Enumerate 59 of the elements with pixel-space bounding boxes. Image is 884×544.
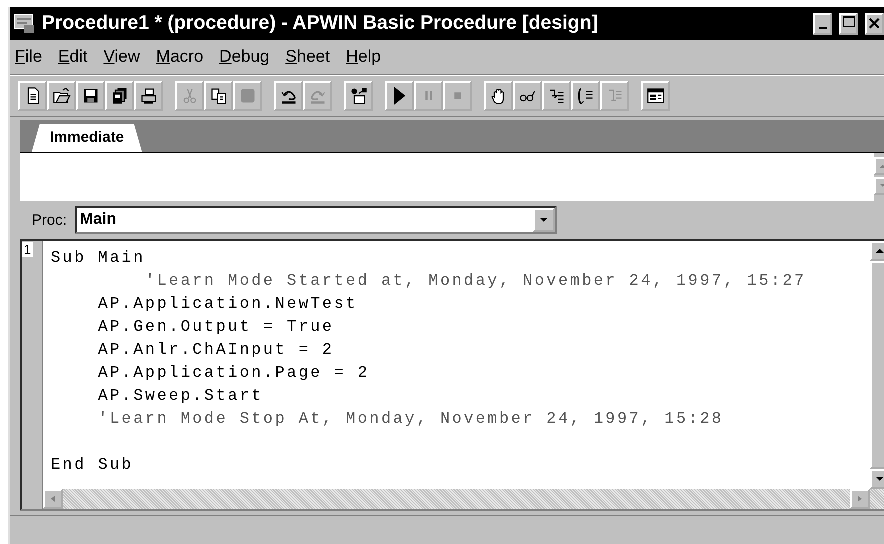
code-comment: 'Learn Mode Started at, Monday, November 24, 1997, 15:27 [144, 271, 808, 292]
code-comment: 'Learn Mode Stop At, Monday, November 24, 1997, 15:28 [97, 409, 725, 430]
close-button[interactable] [865, 12, 884, 34]
toolbar-button[interactable] [385, 81, 414, 111]
proc-dropdown[interactable]: Main [75, 206, 558, 234]
toolbar-button[interactable] [641, 81, 670, 111]
stacked-documents-icon [110, 87, 128, 105]
code-line: AP.Gen.Output = True [97, 317, 336, 338]
maximize-button[interactable] [839, 12, 858, 34]
toolbar-button[interactable] [204, 81, 233, 111]
maximize-icon [842, 16, 854, 27]
window-title: Procedure1 * (procedure) - APWIN Basic Procedure [design] [42, 12, 600, 35]
app-icon [14, 12, 36, 34]
code-line: AP.Anlr.ChAInput = 2 [97, 340, 336, 361]
code-line: AP.Application.NewTest [97, 294, 359, 315]
toolbar-button[interactable] [344, 81, 373, 111]
minimize-button[interactable] [813, 12, 832, 34]
line-number: 1 [22, 242, 34, 257]
toolbar-button[interactable] [542, 81, 571, 111]
scroll-down-icon [875, 474, 884, 484]
code-line: Sub Main [51, 248, 146, 269]
scroll-up-icon [875, 246, 884, 256]
toolbar-button[interactable] [571, 81, 600, 111]
toolbar-button[interactable] [513, 81, 542, 111]
vertical-scrollbar[interactable] [870, 241, 884, 509]
menu-item[interactable]: File [12, 47, 46, 67]
open-folder-icon [52, 87, 70, 105]
menu-item[interactable]: Help [343, 47, 384, 67]
code-line: AP.Sweep.Start [97, 386, 264, 407]
toolbar-button[interactable] [274, 81, 303, 111]
menu-item[interactable]: Macro [153, 47, 207, 67]
menu-item[interactable]: View [100, 47, 144, 67]
horizontal-scrollbar[interactable] [43, 489, 870, 509]
menu-item[interactable]: Edit [55, 47, 91, 67]
toolbar-button[interactable] [76, 81, 105, 111]
shapes-box-icon [350, 87, 368, 105]
toolbar-button[interactable] [484, 81, 513, 111]
toolbar-button[interactable] [47, 81, 76, 111]
immediate-pane[interactable] [20, 152, 884, 201]
code-line: AP.Application.Page = 2 [97, 363, 371, 384]
toolbar-button[interactable] [105, 81, 134, 111]
proc-label: Proc: [32, 212, 68, 228]
code-line: End Sub [51, 455, 135, 476]
code-editor[interactable] [20, 239, 884, 511]
toolbar-button[interactable] [134, 81, 163, 111]
clipboard-icon [238, 87, 256, 105]
dropdown-arrow-icon [539, 215, 550, 225]
minimize-icon [818, 26, 826, 28]
step-over-icon [576, 87, 594, 105]
scroll-thumb[interactable] [870, 261, 884, 469]
copy-pages-icon [210, 87, 228, 105]
printer-icon [140, 87, 158, 105]
menu-item[interactable]: Debug [216, 47, 273, 67]
menu-item[interactable]: Sheet [282, 47, 334, 67]
close-icon [869, 18, 880, 29]
tab[interactable]: Immediate [32, 124, 142, 152]
toolbar-button[interactable] [18, 81, 47, 111]
step-into-icon [548, 87, 566, 105]
dialog-window-icon [646, 87, 664, 105]
